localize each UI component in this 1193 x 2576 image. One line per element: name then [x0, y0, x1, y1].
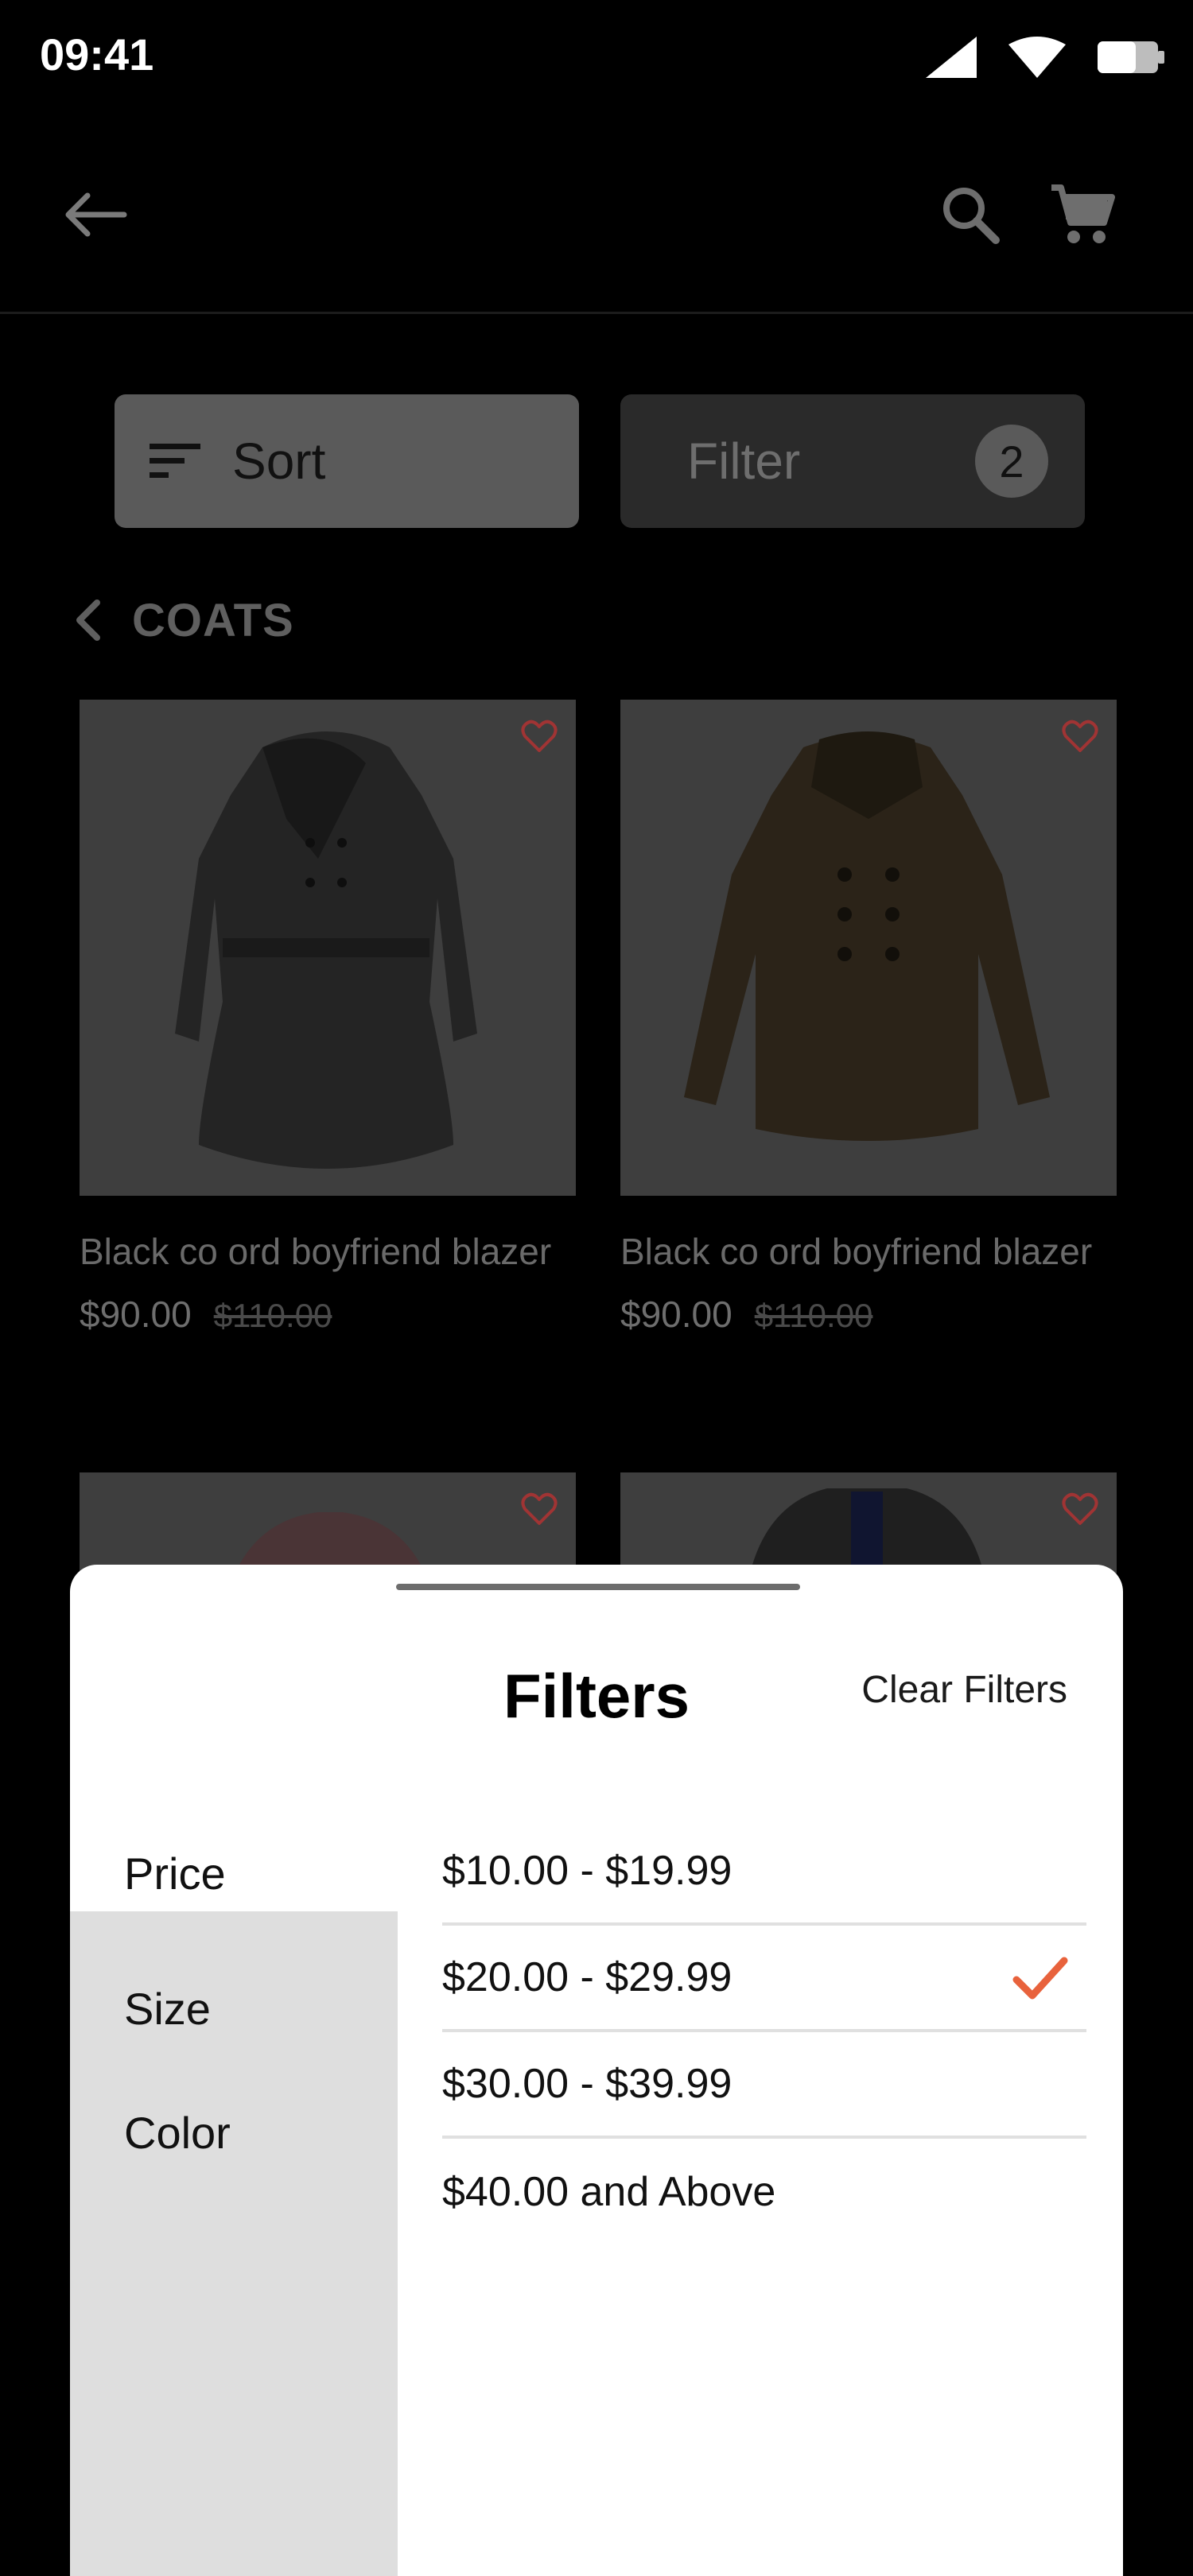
product-name: Black co ord boyfriend blazer [620, 1231, 1093, 1272]
filter-label: Filter [687, 433, 801, 490]
signal-icon [926, 37, 977, 78]
filter-count-badge: 2 [975, 425, 1048, 498]
filter-bottom-sheet: Filters Clear Filters Price Size Color $… [70, 1565, 1123, 2576]
checkmark-icon [1012, 1957, 1068, 2000]
breadcrumb[interactable]: COATS [72, 588, 294, 652]
search-button[interactable] [923, 167, 1018, 262]
favorite-heart-icon[interactable] [520, 1490, 558, 1528]
search-icon [943, 188, 1000, 244]
sort-icon [150, 444, 200, 478]
chevron-left-icon [76, 599, 100, 641]
coat-image [175, 731, 477, 1169]
product-name: Black co ord boyfriend blazer [80, 1231, 552, 1272]
filter-button[interactable]: Filter 2 [620, 394, 1085, 528]
category-price[interactable]: Price [124, 1848, 226, 1899]
coat-image [684, 731, 1050, 1141]
wifi-icon [1008, 37, 1066, 78]
favorite-heart-icon[interactable] [520, 717, 558, 755]
price-option-label: $30.00 - $39.99 [442, 2061, 733, 2107]
price-option[interactable]: $10.00 - $19.99 [442, 1819, 1086, 1926]
favorite-heart-icon[interactable] [1061, 717, 1099, 755]
clear-filters-button[interactable]: Clear Filters [861, 1668, 1067, 1712]
price-option[interactable]: $40.00 and Above [442, 2139, 1086, 2245]
price-option-list: $10.00 - $19.99 $20.00 - $29.99 $30.00 -… [442, 1819, 1086, 2245]
sort-label: Sort [232, 433, 326, 490]
price-option-label: $10.00 - $19.99 [442, 1848, 733, 1894]
price-option-label: $40.00 and Above [442, 2169, 776, 2215]
favorite-heart-icon[interactable] [1061, 1490, 1099, 1528]
price-option[interactable]: $20.00 - $29.99 [442, 1926, 1086, 2032]
screen: 09:41 Sort Filter 2 COATS Black co ord b… [0, 0, 1193, 2576]
price-option-label: $20.00 - $29.99 [442, 1954, 733, 2000]
price-row: $90.00 $110.00 [80, 1293, 576, 1336]
product-price: $90.00 [620, 1294, 733, 1335]
cart-icon [1051, 184, 1115, 243]
status-icons [926, 32, 1164, 83]
app-bar [0, 111, 1193, 314]
breadcrumb-label: COATS [132, 594, 294, 646]
price-option[interactable]: $30.00 - $39.99 [442, 2032, 1086, 2139]
back-button[interactable] [48, 167, 143, 262]
back-arrow-icon [65, 192, 127, 237]
product-card[interactable]: Black co ord boyfriend blazer $90.00 $11… [620, 700, 1117, 1336]
status-time: 09:41 [40, 29, 154, 80]
cart-button[interactable] [1034, 167, 1129, 262]
product-image[interactable] [80, 700, 576, 1196]
category-color[interactable]: Color [124, 2107, 231, 2159]
sheet-drag-handle[interactable] [396, 1584, 800, 1590]
status-bar: 09:41 [0, 0, 1193, 111]
product-price: $90.00 [80, 1294, 192, 1335]
sort-button[interactable]: Sort [115, 394, 579, 528]
category-panel [70, 1911, 398, 2576]
category-size[interactable]: Size [124, 1983, 211, 2035]
product-old-price: $110.00 [754, 1297, 873, 1334]
product-old-price: $110.00 [213, 1297, 332, 1334]
product-image[interactable] [620, 700, 1117, 1196]
product-card[interactable]: Black co ord boyfriend blazer $90.00 $11… [80, 700, 576, 1336]
price-row: $90.00 $110.00 [620, 1293, 1117, 1336]
battery-icon [1098, 41, 1164, 73]
